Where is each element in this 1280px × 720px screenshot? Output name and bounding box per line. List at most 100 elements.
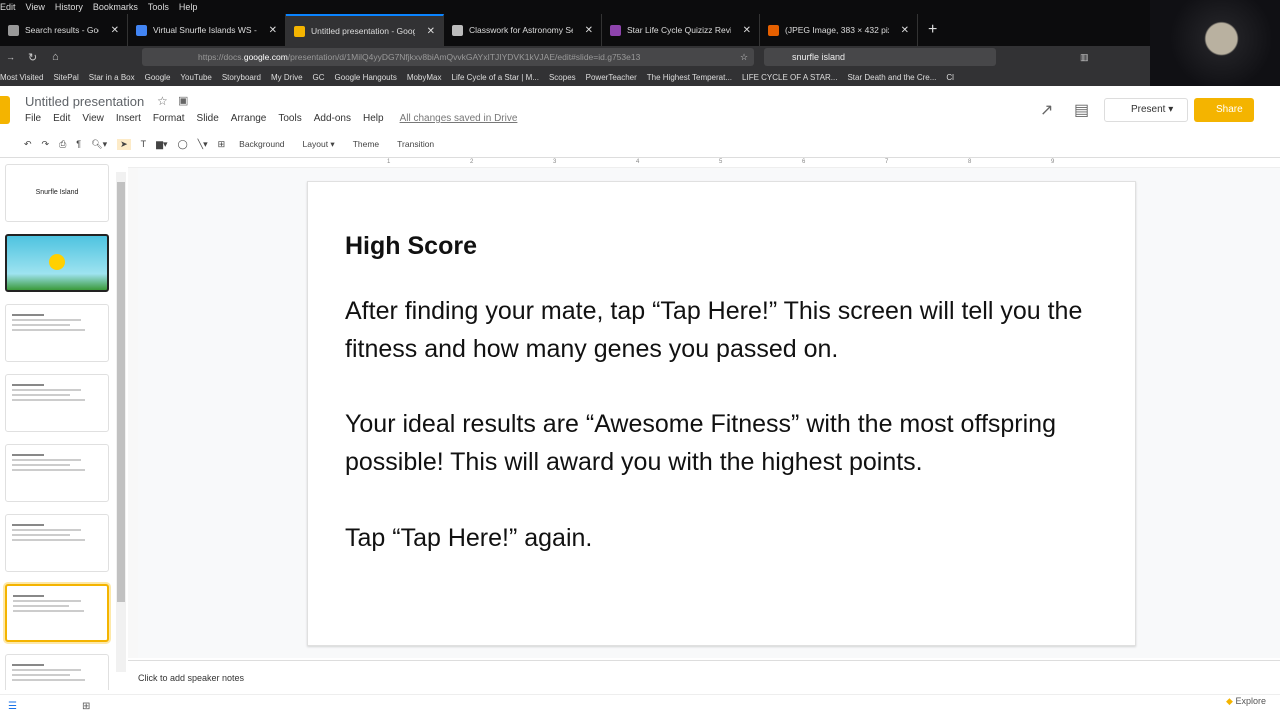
menu-slide[interactable]: Slide <box>197 113 219 124</box>
thumbnail-text-line <box>12 329 85 331</box>
filmstrip-view-icon[interactable]: ⊞ <box>82 701 90 712</box>
url-prefix: https://docs. <box>198 52 244 62</box>
browser-tab[interactable]: Classwork for Astronomy Seme ✕ <box>444 14 602 46</box>
print-icon[interactable]: ⎙ <box>59 139 66 150</box>
bookmark-item[interactable]: My Drive <box>271 73 303 82</box>
document-title[interactable]: Untitled presentation <box>25 94 144 109</box>
select-icon[interactable]: ➤ <box>117 138 131 150</box>
theme-button[interactable]: Theme <box>349 139 383 149</box>
menu-file[interactable]: File <box>25 113 41 124</box>
bookmark-item[interactable]: Life Cycle of a Star | M... <box>452 73 539 82</box>
slide-paragraph[interactable]: Your ideal results are “Awesome Fitness”… <box>345 405 1125 481</box>
bookmark-item[interactable]: SitePal <box>53 73 78 82</box>
reload-icon[interactable]: ↻ <box>28 51 37 64</box>
bookmark-item[interactable]: Google Hangouts <box>335 73 397 82</box>
comments-icon[interactable]: ▤ <box>1074 100 1089 120</box>
speaker-notes[interactable]: Click to add speaker notes <box>128 660 1280 694</box>
close-icon[interactable]: ✕ <box>901 25 909 36</box>
save-status[interactable]: All changes saved in Drive <box>400 113 518 124</box>
thumbnail-text-line <box>12 679 85 681</box>
shape-icon[interactable]: ◯ <box>178 139 188 150</box>
slide-thumbnail[interactable] <box>5 304 109 362</box>
menu-edit[interactable]: Edit <box>0 2 16 12</box>
slide-paragraph[interactable]: After finding your mate, tap “Tap Here!”… <box>345 292 1125 368</box>
close-icon[interactable]: ✕ <box>111 25 119 36</box>
home-icon[interactable]: ⌂ <box>52 51 59 63</box>
menu-view[interactable]: View <box>82 113 104 124</box>
close-icon[interactable]: ✕ <box>585 25 593 36</box>
activity-icon[interactable]: ↗ <box>1040 100 1053 120</box>
redo-icon[interactable]: ↷ <box>42 139 50 150</box>
bookmark-item[interactable]: Scopes <box>549 73 576 82</box>
close-icon[interactable]: ✕ <box>427 26 435 37</box>
browser-tab[interactable]: Virtual Snurfle Islands WS - Go ✕ <box>128 14 286 46</box>
menu-help[interactable]: Help <box>179 2 198 12</box>
thumbnail-text-line <box>12 539 85 541</box>
menu-insert[interactable]: Insert <box>116 113 141 124</box>
paint-format-icon[interactable]: ¶ <box>76 139 81 149</box>
bookmark-item[interactable]: Star Death and the Cre... <box>847 73 936 82</box>
present-button[interactable]: Present ▾ <box>1104 98 1188 122</box>
thumbnail-text-line <box>12 314 44 316</box>
bookmark-item[interactable]: PowerTeacher <box>586 73 637 82</box>
menu-history[interactable]: History <box>55 2 83 12</box>
bookmark-item[interactable]: Cl <box>946 73 954 82</box>
menu-format[interactable]: Format <box>153 113 185 124</box>
close-icon[interactable]: ✕ <box>269 25 277 36</box>
menu-tools[interactable]: Tools <box>278 113 301 124</box>
bookmark-item[interactable]: Star in a Box <box>89 73 135 82</box>
layout-button[interactable]: Layout ▾ <box>299 139 339 150</box>
transition-button[interactable]: Transition <box>393 139 438 149</box>
back-icon[interactable]: → <box>6 52 15 62</box>
bookmark-item[interactable]: The Highest Temperat... <box>647 73 732 82</box>
bookmark-item[interactable]: MobyMax <box>407 73 442 82</box>
new-tab-icon[interactable]: + <box>918 21 947 39</box>
slide-thumbnail[interactable] <box>5 444 109 502</box>
slide-thumbnail[interactable] <box>5 514 109 572</box>
slide-thumbnail[interactable] <box>5 584 109 642</box>
close-icon[interactable]: ✕ <box>743 25 751 36</box>
grid-view-icon[interactable]: ☰ <box>8 701 17 712</box>
move-folder-icon[interactable]: ▣ <box>178 94 188 107</box>
image-icon[interactable]: ▆▾ <box>156 139 167 150</box>
menu-add-ons[interactable]: Add-ons <box>314 113 351 124</box>
menu-edit[interactable]: Edit <box>53 113 70 124</box>
menu-bookmarks[interactable]: Bookmarks <box>93 2 138 12</box>
line-icon[interactable]: ╲▾ <box>198 139 208 150</box>
filmstrip-scrollbar[interactable] <box>116 172 126 672</box>
slide-title[interactable]: High Score <box>345 232 477 261</box>
url-bar[interactable]: https://docs.google.com/presentation/d/1… <box>142 48 754 66</box>
menu-help[interactable]: Help <box>363 113 384 124</box>
bookmark-item[interactable]: Google <box>145 73 171 82</box>
browser-tab[interactable]: Search results - Google Drive ✕ <box>0 14 128 46</box>
slide[interactable]: High Score After finding your mate, tap … <box>307 181 1136 646</box>
browser-tab[interactable]: Untitled presentation - Google ✕ <box>286 14 444 46</box>
menu-tools[interactable]: Tools <box>148 2 169 12</box>
slide-thumbnail[interactable] <box>5 654 109 690</box>
bookmark-item[interactable]: LIFE CYCLE OF A STAR... <box>742 73 837 82</box>
undo-icon[interactable]: ↶ <box>24 139 32 150</box>
explore-button[interactable]: ◆ Explore <box>1226 696 1266 707</box>
slide-thumbnail[interactable]: Snurfle Island <box>5 164 109 222</box>
bookmark-item[interactable]: YouTube <box>180 73 211 82</box>
bookmark-item[interactable]: Storyboard <box>222 73 261 82</box>
menu-view[interactable]: View <box>26 2 45 12</box>
star-icon[interactable]: ☆ <box>740 52 748 63</box>
share-button[interactable]: Share <box>1194 98 1254 122</box>
zoom-icon[interactable]: 🔍︎▾ <box>91 139 107 150</box>
library-icon[interactable]: ▥ <box>1080 52 1089 63</box>
textbox-icon[interactable]: T <box>141 139 147 149</box>
slide-thumbnail[interactable] <box>5 234 109 292</box>
thumbnail-text-line <box>12 459 82 461</box>
slide-paragraph[interactable]: Tap “Tap Here!” again. <box>345 519 1125 557</box>
browser-tab[interactable]: Star Life Cycle Quizizz Review ✕ <box>602 14 760 46</box>
bookmark-item[interactable]: GC <box>313 73 325 82</box>
background-button[interactable]: Background <box>235 139 288 149</box>
slide-thumbnail[interactable] <box>5 374 109 432</box>
new-slide-icon[interactable]: ⊞ <box>218 139 226 150</box>
search-input[interactable]: snurfle island <box>764 48 996 66</box>
menu-arrange[interactable]: Arrange <box>231 113 267 124</box>
star-icon[interactable]: ☆ <box>157 94 168 108</box>
browser-tab[interactable]: (JPEG Image, 383 × 432 pixels) ✕ <box>760 14 918 46</box>
bookmark-item[interactable]: Most Visited <box>0 73 43 82</box>
